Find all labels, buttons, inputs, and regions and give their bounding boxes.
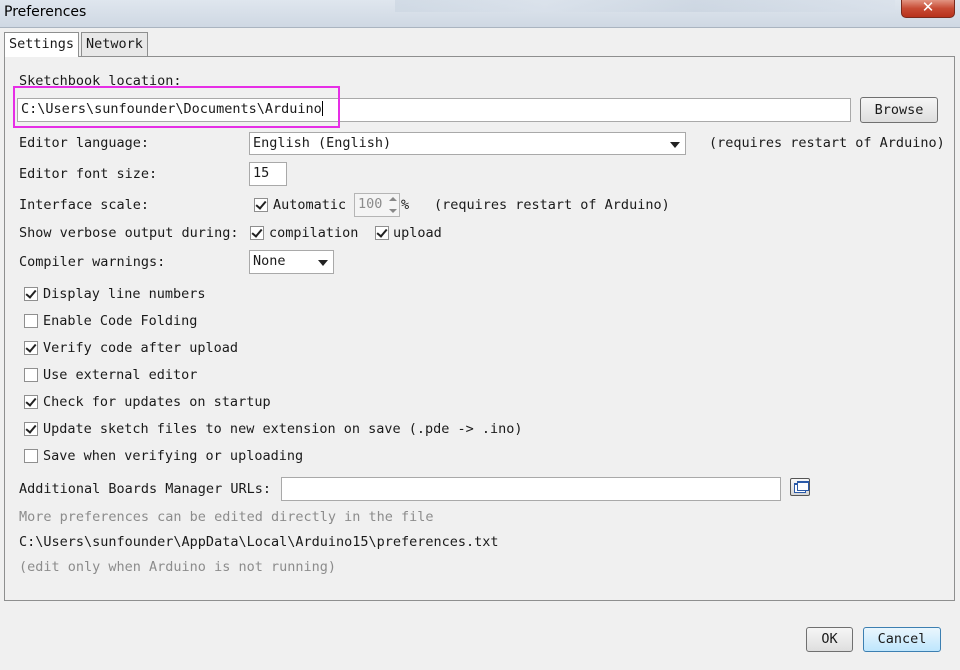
- verify-code-after-upload-label: Verify code after upload: [43, 340, 239, 356]
- chevron-down-icon: [670, 142, 680, 148]
- compiler-warnings-select[interactable]: None: [249, 250, 334, 274]
- close-icon[interactable]: ✕: [901, 0, 955, 18]
- cancel-button[interactable]: Cancel: [863, 627, 941, 652]
- window-stack-icon[interactable]: [790, 478, 810, 496]
- editor-language-label: Editor language:: [19, 135, 150, 151]
- use-external-editor-label: Use external editor: [43, 367, 198, 383]
- save-when-verifying-checkbox[interactable]: [24, 449, 38, 463]
- editor-font-size-input[interactable]: 15: [249, 162, 287, 186]
- boards-manager-urls-input[interactable]: [281, 477, 781, 501]
- interface-scale-unit: %: [401, 197, 410, 213]
- verbose-output-label: Show verbose output during:: [19, 225, 239, 241]
- check-for-updates-label: Check for updates on startup: [43, 394, 271, 410]
- editor-language-value: English (English): [253, 135, 392, 151]
- text-caret: [321, 101, 323, 116]
- sketchbook-location-value: C:\Users\sunfounder\Documents\Arduino: [21, 101, 322, 117]
- sketchbook-location-label: Sketchbook location:: [19, 73, 182, 89]
- chevron-down-icon: [318, 260, 328, 266]
- boards-manager-urls-label: Additional Boards Manager URLs:: [19, 481, 271, 497]
- editor-language-select[interactable]: English (English): [249, 132, 686, 155]
- preferences-file-path[interactable]: C:\Users\sunfounder\AppData\Local\Arduin…: [19, 534, 499, 550]
- interface-scale-note: (requires restart of Arduino): [434, 197, 670, 213]
- window-title: Preferences: [4, 4, 87, 20]
- interface-scale-spinner[interactable]: 100: [354, 193, 400, 217]
- enable-code-folding-label: Enable Code Folding: [43, 313, 198, 329]
- verbose-upload-label: upload: [393, 225, 442, 241]
- display-line-numbers-checkbox[interactable]: [24, 287, 38, 301]
- verbose-compilation-checkbox[interactable]: [250, 226, 264, 240]
- automatic-scale-checkbox[interactable]: [254, 198, 268, 212]
- update-sketch-extension-checkbox[interactable]: [24, 422, 38, 436]
- interface-scale-value: 100: [358, 196, 383, 212]
- automatic-scale-label: Automatic: [273, 197, 347, 213]
- editor-font-size-label: Editor font size:: [19, 166, 158, 182]
- ok-button[interactable]: OK: [806, 627, 853, 652]
- enable-code-folding-checkbox[interactable]: [24, 314, 38, 328]
- use-external-editor-checkbox[interactable]: [24, 368, 38, 382]
- edit-only-note: (edit only when Arduino is not running): [19, 559, 336, 575]
- update-sketch-extension-label: Update sketch files to new extension on …: [43, 421, 523, 437]
- display-line-numbers-label: Display line numbers: [43, 286, 206, 302]
- interface-scale-label: Interface scale:: [19, 197, 150, 213]
- spinner-down-icon[interactable]: [388, 207, 398, 215]
- tab-network[interactable]: Network: [81, 32, 148, 56]
- sketchbook-location-input[interactable]: C:\Users\sunfounder\Documents\Arduino: [17, 98, 851, 122]
- tab-settings[interactable]: Settings: [4, 32, 80, 57]
- check-for-updates-checkbox[interactable]: [24, 395, 38, 409]
- verbose-compilation-label: compilation: [269, 225, 359, 241]
- browse-button[interactable]: Browse: [860, 97, 938, 123]
- save-when-verifying-label: Save when verifying or uploading: [43, 448, 304, 464]
- compiler-warnings-value: None: [253, 253, 286, 269]
- verbose-upload-checkbox[interactable]: [375, 226, 389, 240]
- verify-code-after-upload-checkbox[interactable]: [24, 341, 38, 355]
- compiler-warnings-label: Compiler warnings:: [19, 254, 166, 270]
- title-bar: Preferences ✕: [0, 0, 960, 28]
- background-window-ghost: [395, 0, 895, 12]
- spinner-up-icon[interactable]: [388, 195, 398, 203]
- more-preferences-note: More preferences can be edited directly …: [19, 509, 434, 525]
- editor-language-note: (requires restart of Arduino): [709, 135, 945, 151]
